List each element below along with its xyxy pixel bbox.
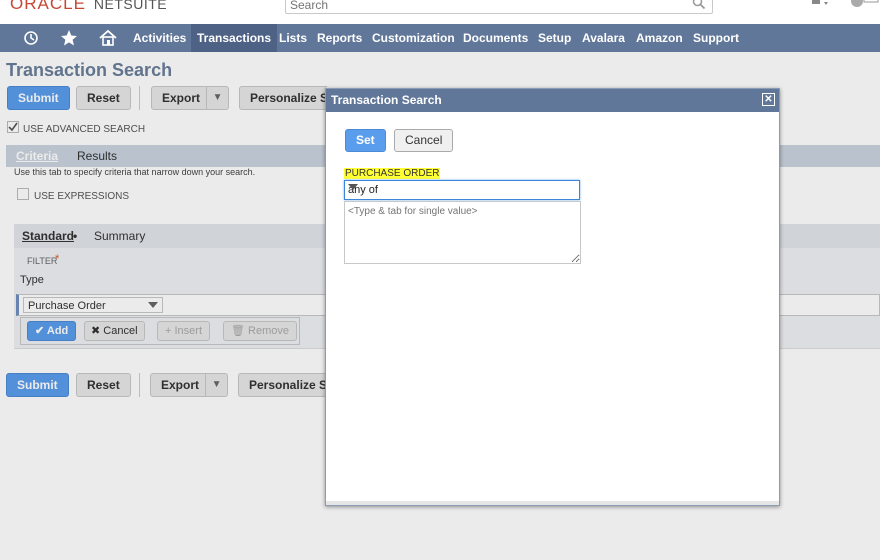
nav-transactions[interactable]: Transactions: [191, 24, 278, 52]
recent-records-icon[interactable]: [22, 29, 40, 47]
nav-documents[interactable]: Documents: [457, 24, 534, 52]
nav-lists[interactable]: Lists: [273, 24, 313, 52]
create-new-icon[interactable]: [808, 0, 832, 13]
top-header: ORACLE NETSUITE: [0, 0, 880, 24]
purchase-order-field-label: PURCHASE ORDER: [344, 168, 441, 179]
chevron-down-icon: [348, 184, 358, 190]
logo-main: ORACLE: [10, 0, 86, 13]
dialog-footer: [326, 501, 779, 505]
dialog-cancel-button[interactable]: Cancel: [394, 129, 454, 152]
home-icon[interactable]: [98, 29, 117, 47]
nav-customization[interactable]: Customization: [366, 24, 461, 52]
main-navigation: Activities Transactions Lists Reports Cu…: [0, 24, 880, 52]
set-button[interactable]: Set: [345, 129, 386, 152]
value-input[interactable]: [344, 201, 581, 264]
search-icon[interactable]: [692, 0, 706, 13]
nav-support[interactable]: Support: [687, 24, 745, 52]
nav-amazon[interactable]: Amazon: [630, 24, 689, 52]
nav-reports[interactable]: Reports: [311, 24, 368, 52]
dialog-title: Transaction Search: [331, 93, 442, 107]
nav-avalara[interactable]: Avalara: [576, 24, 631, 52]
nav-setup[interactable]: Setup: [532, 24, 577, 52]
user-menu-icon[interactable]: [848, 0, 880, 13]
dialog-header: Transaction Search ✕: [326, 89, 779, 112]
favorites-star-icon[interactable]: [60, 29, 78, 47]
oracle-netsuite-logo[interactable]: ORACLE NETSUITE: [10, 0, 167, 14]
logo-sub: NETSUITE: [93, 0, 168, 12]
nav-activities[interactable]: Activities: [127, 24, 192, 52]
transaction-search-dialog: Transaction Search ✕ Set Cancel PURCHASE…: [325, 88, 780, 506]
operator-select[interactable]: any of: [344, 180, 580, 200]
close-icon[interactable]: ✕: [762, 93, 775, 106]
global-search[interactable]: [285, 0, 713, 14]
search-input[interactable]: [286, 0, 676, 13]
